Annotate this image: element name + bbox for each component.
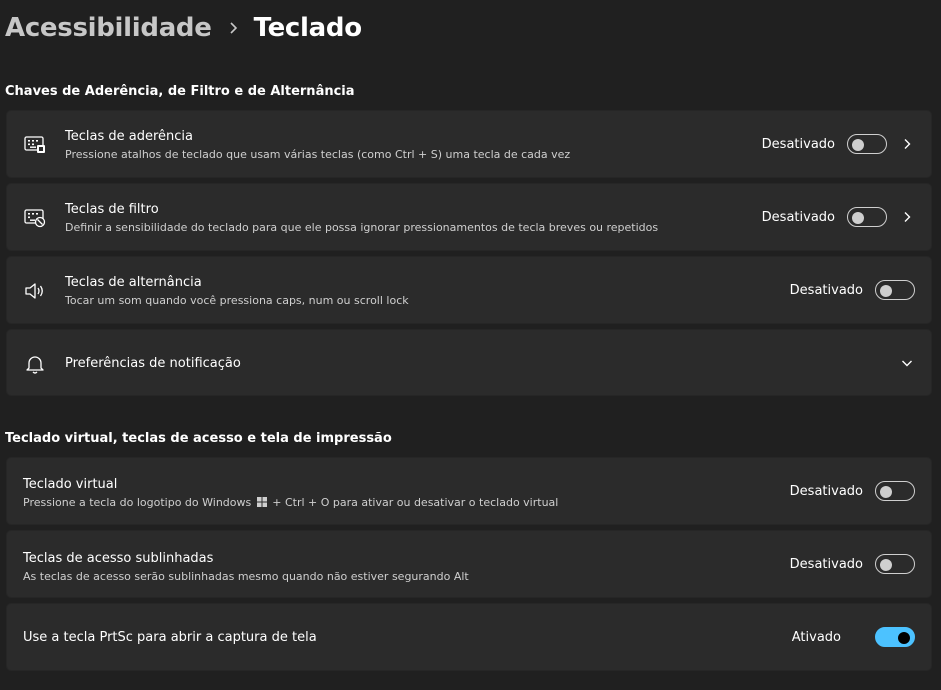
chevron-right-icon[interactable] <box>899 136 915 152</box>
filter-keys-state: Desativado <box>761 209 835 225</box>
speaker-icon <box>23 279 47 303</box>
underline-access-keys-title: Teclas de acesso sublinhadas <box>23 550 214 566</box>
toggle-knob <box>898 632 910 644</box>
toggle-keys-state: Desativado <box>789 282 863 298</box>
toggle-keys-row[interactable]: Teclas de alternância Tocar um som quand… <box>6 256 932 324</box>
breadcrumb-chevron-icon <box>212 21 254 35</box>
toggle-knob <box>852 212 864 224</box>
filter-keys-description: Definir a sensibilidade do teclado para … <box>65 220 659 234</box>
toggle-knob <box>880 559 892 571</box>
underline-access-keys-row[interactable]: Teclas de acesso sublinhadas As teclas d… <box>6 530 932 598</box>
sticky-keys-row[interactable]: Teclas de aderência Pressione atalhos de… <box>6 110 932 178</box>
virtual-keyboard-desc-before: Pressione a tecla do logotipo do Windows <box>23 496 252 509</box>
prtsc-screen-capture-toggle[interactable] <box>875 627 915 647</box>
toggle-knob <box>880 486 892 498</box>
section-title-virtual-keyboard: Teclado virtual, teclas de acesso e tela… <box>5 431 392 446</box>
filter-keys-row[interactable]: Teclas de filtro Definir a sensibilidade… <box>6 183 932 251</box>
underline-access-keys-state: Desativado <box>789 556 863 572</box>
toggle-keys-toggle[interactable] <box>875 280 915 300</box>
virtual-keyboard-toggle[interactable] <box>875 481 915 501</box>
toggle-knob <box>852 139 864 151</box>
sticky-keys-toggle[interactable] <box>847 134 887 154</box>
filter-keys-title: Teclas de filtro <box>65 201 159 217</box>
toggle-keys-description: Tocar um som quando você pressiona caps,… <box>65 293 409 307</box>
chevron-right-icon[interactable] <box>899 209 915 225</box>
toggle-keys-title: Teclas de alternância <box>65 274 202 290</box>
underline-access-keys-toggle[interactable] <box>875 554 915 574</box>
virtual-keyboard-desc-after: + Ctrl + O para ativar ou desativar o te… <box>272 496 559 509</box>
underline-access-keys-description: As teclas de acesso serão sublinhadas me… <box>23 569 469 583</box>
filter-keys-toggle[interactable] <box>847 207 887 227</box>
bell-icon <box>23 352 47 376</box>
settings-page: Acessibilidade Teclado Chaves de Aderênc… <box>0 0 941 690</box>
virtual-keyboard-title: Teclado virtual <box>23 477 118 492</box>
sticky-keys-description: Pressione atalhos de teclado que usam vá… <box>65 147 571 161</box>
breadcrumb-parent[interactable]: Acessibilidade <box>5 13 212 43</box>
virtual-keyboard-state: Desativado <box>789 483 863 499</box>
sticky-keys-icon <box>23 133 47 157</box>
breadcrumb: Acessibilidade Teclado <box>5 8 362 48</box>
prtsc-screen-capture-title: Use a tecla PrtSc para abrir a captura d… <box>23 630 317 645</box>
notification-preferences-row[interactable]: Preferências de notificação <box>6 329 932 396</box>
sticky-keys-state: Desativado <box>761 136 835 152</box>
section-title-sticky-filter-toggle: Chaves de Aderência, de Filtro e de Alte… <box>5 84 355 99</box>
chevron-down-icon[interactable] <box>899 355 915 371</box>
virtual-keyboard-row[interactable]: Teclado virtual Pressione a tecla do log… <box>6 457 932 525</box>
notification-preferences-title: Preferências de notificação <box>65 356 241 371</box>
prtsc-screen-capture-state: Ativado <box>791 629 841 645</box>
page-title: Teclado <box>253 13 362 43</box>
prtsc-screen-capture-row[interactable]: Use a tecla PrtSc para abrir a captura d… <box>6 603 932 671</box>
virtual-keyboard-description: Pressione a tecla do logotipo do Windows… <box>23 494 558 512</box>
sticky-keys-title: Teclas de aderência <box>65 128 193 144</box>
filter-keys-icon <box>23 206 47 230</box>
toggle-knob <box>880 285 892 297</box>
windows-logo-icon <box>256 495 267 512</box>
